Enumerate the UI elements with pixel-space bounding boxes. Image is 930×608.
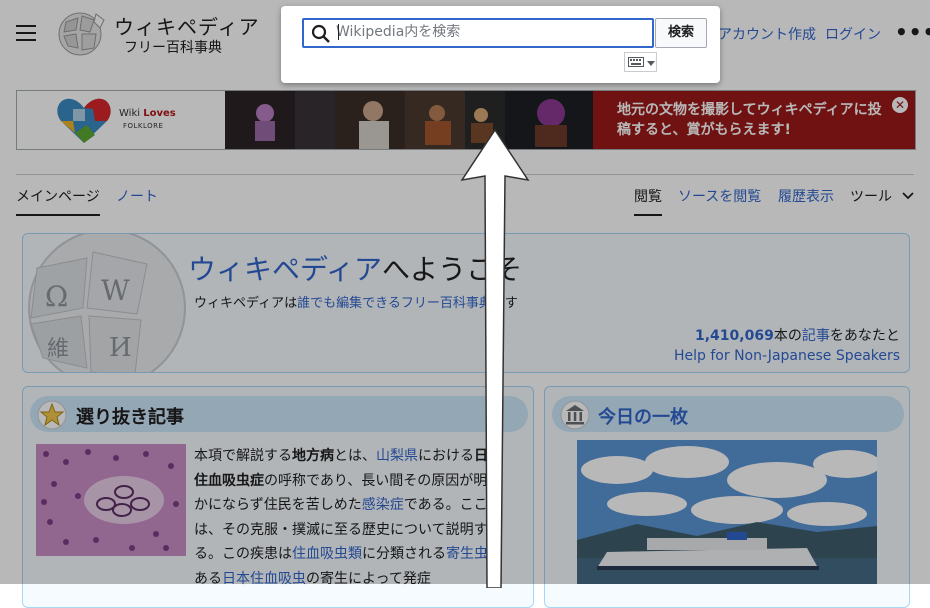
keyboard-icon xyxy=(628,57,644,67)
arrow-up-icon xyxy=(460,128,530,588)
input-method-button[interactable] xyxy=(624,52,657,72)
search-input[interactable] xyxy=(336,22,646,42)
search-button[interactable]: 検索 xyxy=(655,18,707,48)
chevron-down-icon xyxy=(647,61,655,66)
search-icon xyxy=(311,24,330,43)
text-caret xyxy=(338,24,339,40)
